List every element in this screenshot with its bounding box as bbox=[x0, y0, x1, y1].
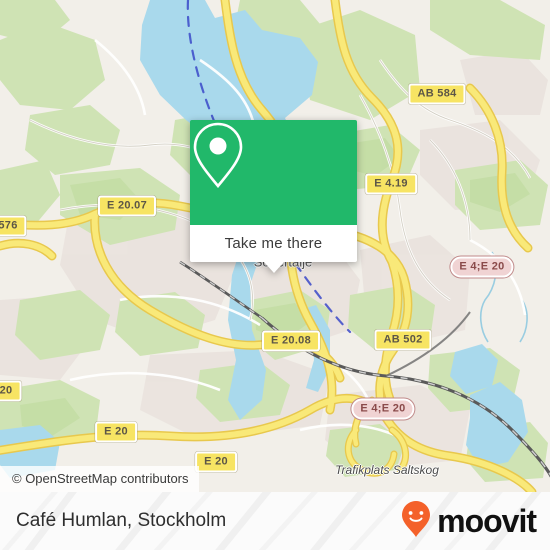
road-shield: AB 584 bbox=[408, 83, 466, 105]
popup-header bbox=[190, 120, 357, 225]
road-shield: E 20 bbox=[95, 421, 137, 443]
moovit-wordmark: moovit bbox=[437, 503, 537, 539]
road-shield: 20 bbox=[0, 380, 22, 402]
popup-action-row[interactable]: Take me there bbox=[190, 225, 357, 262]
bottom-info-bar: Café Humlan, Stockholm moovit bbox=[0, 492, 550, 550]
road-shield: 576 bbox=[0, 215, 27, 237]
road-shield: AB 502 bbox=[374, 329, 432, 351]
osm-attribution[interactable]: © OpenStreetMap contributors bbox=[0, 466, 199, 492]
road-shield: E 4.19 bbox=[365, 173, 417, 195]
popup-pointer-tail bbox=[263, 262, 284, 273]
road-shield: E 4;E 20 bbox=[450, 256, 514, 278]
moovit-logo[interactable]: moovit bbox=[401, 492, 537, 550]
take-me-there-label: Take me there bbox=[224, 235, 323, 252]
road-shield: E 20.07 bbox=[97, 195, 157, 217]
moovit-pin-icon bbox=[401, 500, 431, 543]
road-shield: E 20 bbox=[195, 451, 237, 473]
take-me-there-popup[interactable]: Take me there bbox=[190, 120, 357, 273]
moovit-map-screen: AB 584 E 4.19 E 20.07 576 E 4;E 20 E 20.08 AB … bbox=[0, 0, 550, 550]
map-canvas[interactable]: AB 584 E 4.19 E 20.07 576 E 4;E 20 E 20.08 AB … bbox=[0, 0, 550, 492]
place-label-trafikplats-saltskog: Trafikplats Saltskog bbox=[335, 463, 439, 477]
road-shield: E 4;E 20 bbox=[351, 398, 415, 420]
place-name-label: Café Humlan, Stockholm bbox=[16, 510, 227, 531]
road-shield: E 20.08 bbox=[261, 330, 321, 352]
